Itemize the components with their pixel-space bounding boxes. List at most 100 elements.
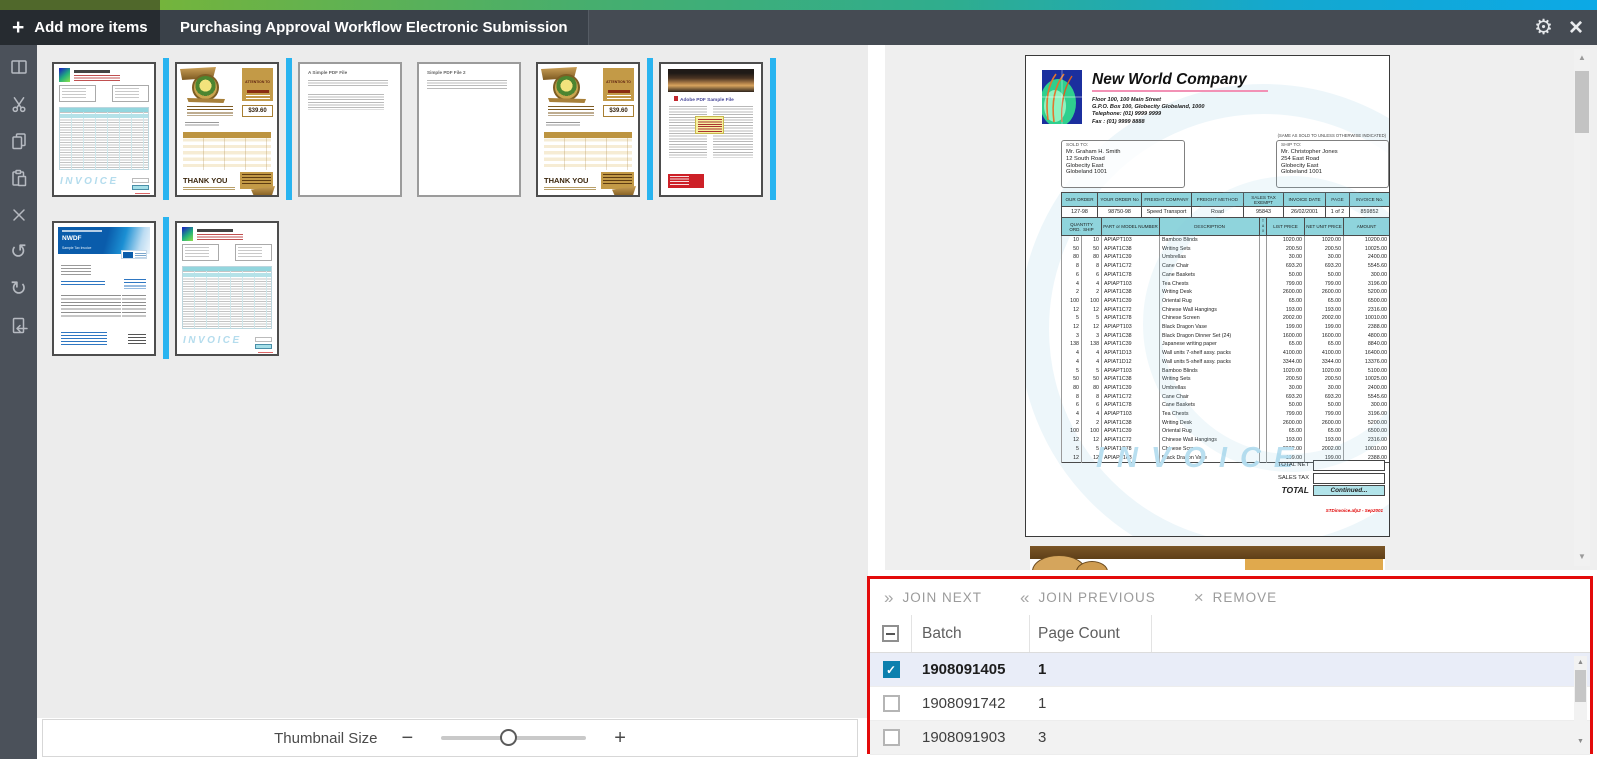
batch-toolbar: » JOIN NEXT « JOIN PREVIOUS × REMOVE <box>870 579 1590 615</box>
thumbnail-page-nwdf-invoice[interactable]: NWDF Sample Tax Invoice <box>52 221 156 356</box>
invoice-company-name: New World Company <box>1092 71 1247 89</box>
invoice-item-row: 44APIAT1D13Wall units 7-shelf assy. pack… <box>1062 349 1390 358</box>
size-plus-button[interactable]: + <box>614 728 626 748</box>
invoice-item-row: 22APIAT1C38Writing Desk2600.002600.00520… <box>1062 419 1390 428</box>
invoice-item-row: 100100APIAT1C39Oriental Rug65.0065.00650… <box>1062 427 1390 436</box>
remove-button[interactable]: × REMOVE <box>1194 589 1277 606</box>
ship-note: (SAME AS SOLD TO UNLESS OTHERWISE INDICA… <box>1278 133 1386 138</box>
close-icon[interactable]: × <box>1569 16 1583 40</box>
thumbnail-page-simple-pdf[interactable]: A Simple PDF File <box>298 62 402 197</box>
invoice-item-row: 5050APIAT1C38Writing Sets200.50200.50100… <box>1062 245 1390 254</box>
batch-panel: » JOIN NEXT « JOIN PREVIOUS × REMOVE Bat… <box>867 576 1593 754</box>
invoice-item-row: 55APIAT1C78Chinese Screen2002.002002.001… <box>1062 314 1390 323</box>
accent-stripe <box>0 0 1597 10</box>
settings-gear-icon[interactable]: ⚙ <box>1534 17 1553 38</box>
scroll-down-icon[interactable]: ▼ <box>1574 550 1590 564</box>
slider-knob[interactable] <box>500 729 517 746</box>
thumbnail-page-nw-invoice[interactable]: INVOICE <box>175 221 279 356</box>
undo-icon: ↺ <box>10 242 27 262</box>
batch-separator[interactable] <box>163 58 169 200</box>
batch-row[interactable]: 1908091742 1 <box>870 687 1590 721</box>
plus-icon: + <box>12 18 24 38</box>
thumbnail-page-gold-receipt[interactable]: ATTENTION TO $39.60 THANK YOU <box>175 62 279 197</box>
thumbnail-page-gold-receipt[interactable]: ATTENTION TO $39.60 THANK YOU <box>536 62 640 197</box>
batch-page-count: 1 <box>1030 653 1152 686</box>
batch-row[interactable]: ✓ 1908091405 1 <box>870 653 1590 687</box>
thumbnail-size-slider[interactable] <box>441 736 586 740</box>
batch-separator[interactable] <box>286 58 292 200</box>
preview-page-2-partial <box>1030 546 1385 570</box>
batch-separator[interactable] <box>770 58 776 200</box>
scrollbar-thumb[interactable] <box>1575 670 1586 702</box>
invoice-footnote: STDinvoice.afp2 - Sep2001 <box>1326 508 1383 513</box>
tab-add-more-items[interactable]: + Add more items <box>0 10 160 45</box>
batch-checkbox[interactable]: ✓ <box>883 661 900 678</box>
invoice-item-row: 44APIAPT103Tea Chests799.00799.003196.00 <box>1062 410 1390 419</box>
batch-table-body: ✓ 1908091405 1 1908091742 1 1908091903 3 <box>870 653 1590 755</box>
invoice-order-table: OUR ORDERYOUR ORDER NoFREIGHT COMPANYFRE… <box>1061 192 1390 218</box>
batch-id: 1908091903 <box>912 721 1030 754</box>
invoice-item-row: 1010APIAPT103Bamboo Blinds1020.001020.00… <box>1062 236 1390 245</box>
batch-checkbox[interactable] <box>883 695 900 712</box>
extract-page-button[interactable] <box>7 314 31 338</box>
tab-workflow-label: Purchasing Approval Workflow Electronic … <box>180 19 568 36</box>
copy-button[interactable] <box>7 129 31 153</box>
thumbnail-page-adobe-sample[interactable]: Adobe PDF Sample File <box>659 62 763 197</box>
thumb-invoice-watermark: INVOICE <box>183 335 242 346</box>
scroll-up-icon[interactable]: ▲ <box>1574 657 1587 668</box>
invoice-item-row: 88APIAT1C72Cane Chair693.20693.205545.60 <box>1062 262 1390 271</box>
invoice-item-row: 1212APIAT1C72Chinese Wall Hangings193.00… <box>1062 306 1390 315</box>
delete-x-icon <box>9 205 29 225</box>
invoice-item-row: 55APIAPT103Bamboo Blinds1020.001020.0051… <box>1062 367 1390 376</box>
column-header-batch[interactable]: Batch <box>912 615 1030 652</box>
invoice-company-address: Floor 100, 100 Main StreetG.P.O. Box 100… <box>1092 97 1204 126</box>
tab-add-label: Add more items <box>34 19 147 36</box>
extract-page-icon <box>9 316 29 336</box>
sold-to-box: SOLD TO: Mr. Graham H. Smith12 South Roa… <box>1061 140 1185 188</box>
paste-icon <box>9 168 29 188</box>
column-header-page-count[interactable]: Page Count <box>1030 615 1152 652</box>
scroll-down-icon[interactable]: ▼ <box>1574 736 1587 747</box>
batch-separator[interactable] <box>647 58 653 200</box>
scrollbar-thumb[interactable] <box>1575 71 1589 133</box>
preview-scrollbar[interactable]: ▲ ▼ <box>1574 49 1590 566</box>
paste-button[interactable] <box>7 166 31 190</box>
invoice-item-row: 66APIAT1C78Cane Baskets50.0050.00300.00 <box>1062 401 1390 410</box>
left-toolbar: ↺ ↻ <box>0 45 37 759</box>
company-logo <box>1042 70 1082 124</box>
batch-table-header: Batch Page Count <box>870 615 1590 653</box>
copy-icon <box>9 131 29 151</box>
select-all-checkbox[interactable] <box>882 625 899 642</box>
scroll-up-icon[interactable]: ▲ <box>1574 51 1590 65</box>
invoice-item-row: 1212APIAPT103Black Dragon Vase199.00199.… <box>1062 323 1390 332</box>
undo-button[interactable]: ↺ <box>7 240 31 264</box>
chevrons-right-icon: » <box>884 589 893 606</box>
thumbnail-size-bar: Thumbnail Size − + <box>42 719 858 757</box>
x-icon: × <box>1194 589 1204 606</box>
batch-page-count: 1 <box>1030 687 1152 720</box>
invoice-item-row: 44APIAT1D12Wall units 5-shelf assy. pack… <box>1062 358 1390 367</box>
join-previous-button[interactable]: « JOIN PREVIOUS <box>1020 589 1156 606</box>
thumbnail-page-nw-invoice[interactable]: INVOICE <box>52 62 156 197</box>
invoice-item-row: 66APIAT1C78Cane Baskets50.0050.00300.00 <box>1062 271 1390 280</box>
invoice-items-table: QUANTITYORD. SHIPPART or MODEL NUMBERDES… <box>1061 217 1390 463</box>
size-minus-button[interactable]: − <box>402 728 414 748</box>
invoice-item-row: 138138APIAT1C39Japanese writing paper65.… <box>1062 340 1390 349</box>
invoice-item-row: 8080APIAT1C39Umbrellas30.0030.002400.00 <box>1062 384 1390 393</box>
batch-separator[interactable] <box>163 217 169 359</box>
ship-to-box: SHIP TO: Mr. Christopher Jones254 East R… <box>1276 140 1389 188</box>
split-view-button[interactable] <box>7 55 31 79</box>
batch-scrollbar[interactable]: ▲ ▼ <box>1574 656 1587 748</box>
redo-icon: ↻ <box>10 279 27 299</box>
batch-checkbox[interactable] <box>883 729 900 746</box>
thumbnail-page-simple-pdf[interactable]: Simple PDF File 2 <box>417 62 521 197</box>
chevrons-left-icon: « <box>1020 589 1029 606</box>
redo-button[interactable]: ↻ <box>7 277 31 301</box>
tab-bar: + Add more items Purchasing Approval Wor… <box>0 10 1597 45</box>
delete-button[interactable] <box>7 203 31 227</box>
batch-row[interactable]: 1908091903 3 <box>870 721 1590 755</box>
tab-workflow[interactable]: Purchasing Approval Workflow Electronic … <box>160 10 589 45</box>
join-next-button[interactable]: » JOIN NEXT <box>884 589 982 606</box>
cut-button[interactable] <box>7 92 31 116</box>
invoice-item-row: 8080APIAT1C39Umbrellas30.0030.002400.00 <box>1062 253 1390 262</box>
